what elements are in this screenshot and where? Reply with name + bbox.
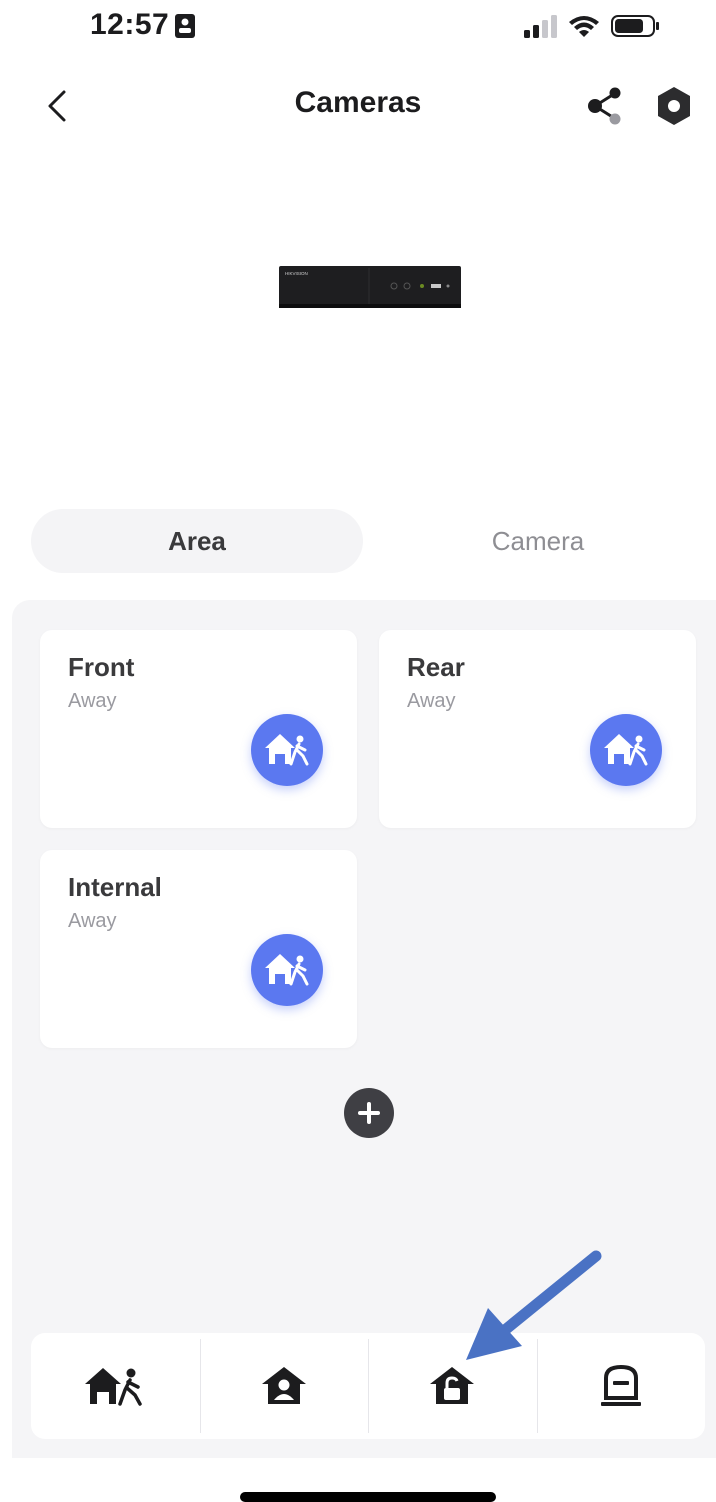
away-arm-icon: [85, 1368, 142, 1406]
area-status: Away: [68, 910, 117, 932]
areas-panel: Front Away Rear Away Internal Away: [12, 600, 716, 1458]
device-image: HIKVISION: [279, 266, 461, 308]
area-card-internal[interactable]: Internal Away: [40, 850, 357, 1048]
area-name: Rear: [407, 652, 465, 682]
away-arm-button[interactable]: [251, 934, 323, 1006]
area-card-rear[interactable]: Rear Away: [379, 630, 696, 828]
clear-alarm-icon: [600, 1364, 641, 1406]
area-status: Away: [407, 690, 456, 712]
area-name: Front: [68, 652, 135, 682]
area-card-front[interactable]: Front Away: [40, 630, 357, 828]
tab-area[interactable]: Area: [31, 509, 363, 573]
share-icon[interactable]: [586, 86, 626, 126]
settings-hex-icon[interactable]: [652, 84, 696, 128]
annotation-arrow-icon: [466, 1250, 602, 1360]
away-arm-all-button[interactable]: [31, 1333, 200, 1439]
stay-arm-all-button[interactable]: [199, 1333, 369, 1439]
cellular-signal-icon: [524, 15, 557, 38]
status-indicators: [524, 15, 659, 38]
away-arm-button[interactable]: [251, 714, 323, 786]
area-name: Internal: [68, 872, 162, 902]
battery-icon: [611, 15, 659, 37]
device-brand-label: HIKVISION: [285, 271, 308, 276]
wifi-icon: [569, 16, 599, 37]
area-status: Away: [68, 690, 117, 712]
stay-arm-icon: [261, 1367, 306, 1404]
away-arm-icon: [604, 734, 648, 766]
add-area-button[interactable]: [344, 1088, 394, 1138]
away-arm-button[interactable]: [590, 714, 662, 786]
away-arm-icon: [265, 734, 309, 766]
disarm-icon: [430, 1367, 475, 1404]
contact-card-icon: [175, 14, 195, 38]
home-indicator: [240, 1492, 496, 1502]
status-time: 12:57: [90, 8, 170, 41]
tab-camera[interactable]: Camera: [370, 509, 706, 573]
plus-icon: [358, 1102, 380, 1124]
away-arm-icon: [265, 954, 309, 986]
